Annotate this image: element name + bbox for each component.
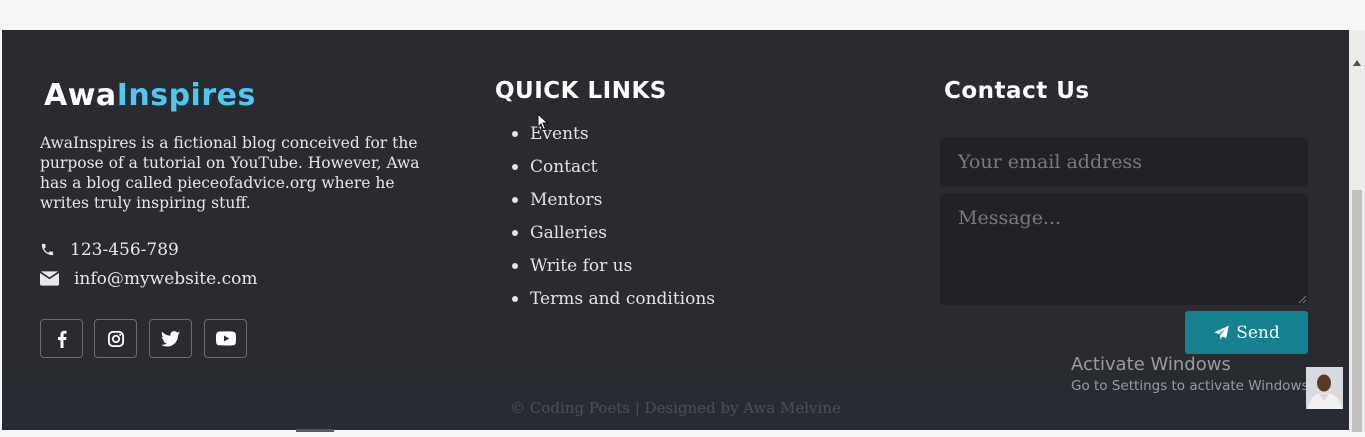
quick-links-heading: QUICK LINKS xyxy=(495,78,667,104)
email-address: info@mywebsite.com xyxy=(74,269,258,289)
send-button[interactable]: Send xyxy=(1185,311,1308,354)
email-row: info@mywebsite.com xyxy=(40,267,280,291)
facebook-icon xyxy=(57,330,67,348)
youtube-icon xyxy=(215,331,236,346)
contact-heading: Contact Us xyxy=(944,78,1090,104)
twitter-icon xyxy=(161,330,180,347)
message-field[interactable] xyxy=(940,193,1308,305)
twitter-button[interactable] xyxy=(149,319,192,358)
instagram-button[interactable] xyxy=(94,319,137,358)
email-field[interactable] xyxy=(940,137,1308,187)
watermark-subtitle: Go to Settings to activate Windows. xyxy=(1071,378,1313,394)
scrollbar-thumb[interactable] xyxy=(1352,190,1362,432)
quick-link-contact[interactable]: Contact xyxy=(510,154,715,187)
watermark-title: Activate Windows xyxy=(1071,354,1231,375)
phone-icon xyxy=(41,243,54,256)
page-content-area xyxy=(0,0,1350,30)
brand-logo-part1: Awa xyxy=(44,78,117,113)
quick-link-mentors[interactable]: Mentors xyxy=(510,187,715,220)
brand-logo-part2: Inspires xyxy=(116,78,256,113)
facebook-button[interactable] xyxy=(40,319,83,358)
instagram-icon xyxy=(107,330,124,347)
youtube-button[interactable] xyxy=(204,319,247,358)
paper-plane-icon xyxy=(1214,325,1230,340)
quick-link-galleries[interactable]: Galleries xyxy=(510,220,715,253)
scroll-up-icon[interactable] xyxy=(1353,60,1361,66)
copyright-text: © Coding Poets | Designed by Awa Melvine xyxy=(510,399,841,417)
brand-logo[interactable]: AwaInspires xyxy=(44,78,256,113)
send-label: Send xyxy=(1236,322,1280,343)
presenter-avatar-icon xyxy=(1306,367,1343,409)
activation-watermark: Activate Windows Go to Settings to activ… xyxy=(1071,354,1313,394)
resize-grip-icon[interactable] xyxy=(1298,295,1307,304)
webcam-overlay xyxy=(1306,367,1343,409)
quick-link-terms[interactable]: Terms and conditions xyxy=(510,286,715,319)
about-text: AwaInspires is a fictional blog conceive… xyxy=(40,134,420,212)
envelope-icon xyxy=(40,271,59,286)
scrollbar[interactable] xyxy=(1349,30,1365,432)
phone-number: 123-456-789 xyxy=(70,240,179,260)
phone-row: 123-456-789 xyxy=(40,238,240,262)
quick-links-list: Events Contact Mentors Galleries Write f… xyxy=(510,121,715,319)
quick-link-write-for-us[interactable]: Write for us xyxy=(510,253,715,286)
mouse-cursor-icon xyxy=(537,113,549,131)
